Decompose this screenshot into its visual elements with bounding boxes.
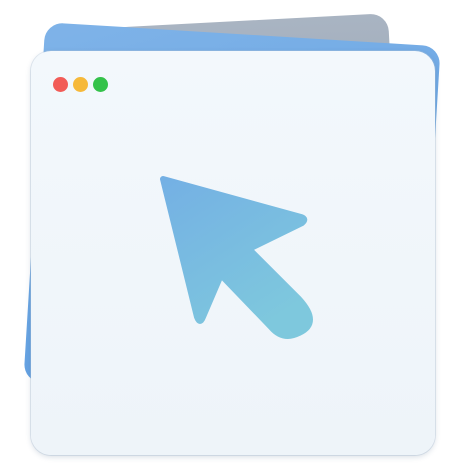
front-window (31, 51, 435, 455)
arrow-cursor-icon (160, 176, 313, 339)
app-icon (0, 0, 474, 474)
